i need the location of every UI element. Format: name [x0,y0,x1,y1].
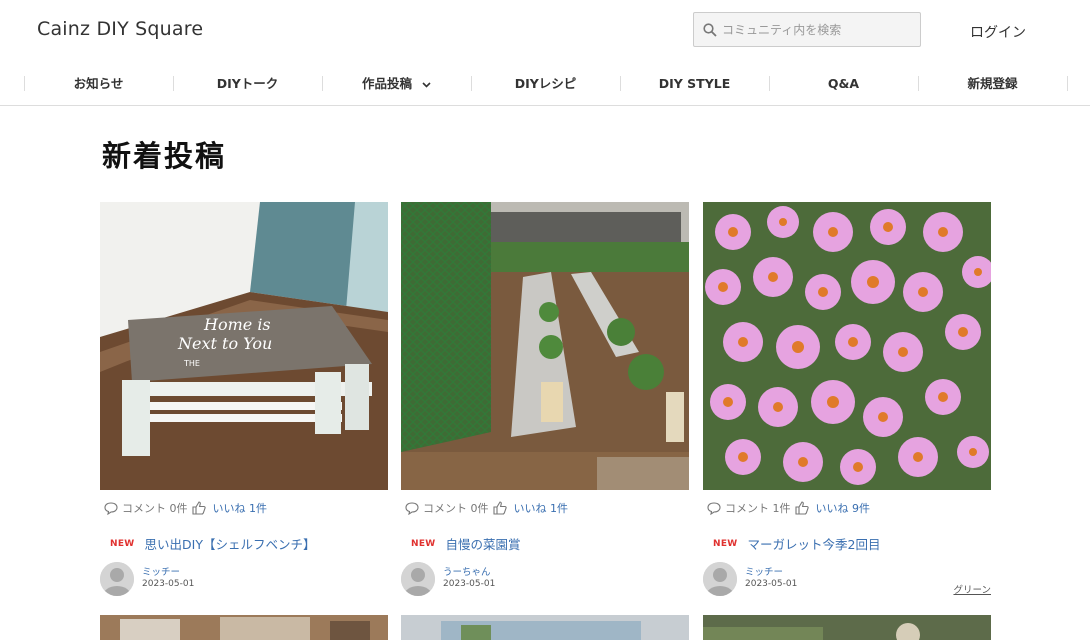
post-stats: コメント 0件 いいね 1件 [405,498,568,518]
svg-text:THE: THE [183,359,200,368]
nav-item-qa[interactable]: Q&A [769,74,918,94]
post-photo [703,615,991,640]
chevron-down-icon [422,81,431,88]
like-count[interactable]: いいね 9件 [816,500,871,516]
post-date: 2023-05-01 [443,579,496,589]
post-photo [401,615,689,640]
avatar[interactable] [401,562,435,596]
nav-item-label: 新規登録 [967,76,1018,91]
post-date: 2023-05-01 [142,579,195,589]
post-title[interactable]: マーガレット今季2回目 [748,534,881,553]
nav-item-label: お知らせ [73,76,124,91]
nav-item-label: 作品投稿 [361,76,412,91]
comment-icon [104,501,118,515]
post-date: 2023-05-01 [745,579,798,589]
comment-icon [707,501,721,515]
post-title-link[interactable]: NEW 思い出DIY【シェルフベンチ】 [110,534,315,553]
nav-item-label: Q&A [827,76,860,91]
search-box[interactable] [693,12,921,47]
thumbs-up-icon[interactable] [794,501,809,515]
thumbs-up-icon[interactable] [191,501,206,515]
thumbs-up-icon[interactable] [492,501,507,515]
like-count[interactable]: いいね 1件 [213,500,268,516]
new-badge: NEW [713,538,738,549]
avatar[interactable] [703,562,737,596]
user-icon [401,562,435,596]
svg-text:Next to You: Next to You [177,334,272,353]
nav-item-news[interactable]: お知らせ [24,74,173,94]
user-name[interactable]: うーちゃん [443,564,491,578]
nav-item-label: DIY STYLE [658,76,731,91]
post-title-link[interactable]: NEW マーガレット今季2回目 [713,534,880,553]
bench-photo: Home is Next to You THE [100,202,388,490]
vegetable-garden-photo [401,202,689,490]
user-icon [100,562,134,596]
user-icon [703,562,737,596]
nav-item-diy-recipe[interactable]: DIYレシピ [471,74,620,94]
marguerite-flowers-photo [703,202,991,490]
page-title: 新着投稿 [102,139,227,173]
post-photo [100,615,388,640]
comment-count: コメント 0件 [423,502,489,515]
user-name[interactable]: ミッチー [142,564,180,578]
new-badge: NEW [110,538,135,549]
post-stats: コメント 1件 いいね 9件 [707,498,870,518]
category-tag[interactable]: グリーン [953,582,991,596]
like-count[interactable]: いいね 1件 [514,500,569,516]
user-name[interactable]: ミッチー [745,564,783,578]
main-nav: お知らせ DIYトーク 作品投稿 DIYレシピ DIY STYLE Q&A 新規… [0,64,1090,106]
post-title-link[interactable]: NEW 自慢の菜園賞 [411,534,521,553]
post-thumbnail[interactable] [703,202,991,490]
site-header: Cainz DIY Square ログイン [0,0,1090,64]
nav-item-diy-style[interactable]: DIY STYLE [620,74,769,94]
avatar[interactable] [100,562,134,596]
post-title[interactable]: 思い出DIY【シェルフベンチ】 [145,534,316,553]
svg-text:Home is: Home is [203,315,271,334]
post-stats: コメント 0件 いいね 1件 [104,498,267,518]
site-logo[interactable]: Cainz DIY Square [37,18,203,40]
post-thumbnail[interactable] [100,615,388,640]
comment-count: コメント 1件 [725,502,791,515]
search-input[interactable] [722,19,912,41]
nav-item-diy-talk[interactable]: DIYトーク [173,74,322,94]
post-thumbnail[interactable] [401,202,689,490]
post-thumbnail[interactable] [703,615,991,640]
post-thumbnail[interactable] [401,615,689,640]
comment-count: コメント 0件 [122,502,188,515]
post-thumbnail[interactable]: Home is Next to You THE [100,202,388,490]
nav-item-label: DIYトーク [216,76,279,91]
comment-icon [405,501,419,515]
nav-item-works[interactable]: 作品投稿 [322,74,471,94]
new-badge: NEW [411,538,436,549]
nav-item-register[interactable]: 新規登録 [918,74,1067,94]
nav-item-label: DIYレシピ [514,76,577,91]
nav-divider [1067,76,1068,91]
post-title[interactable]: 自慢の菜園賞 [446,534,521,553]
search-icon [703,23,717,37]
login-link[interactable]: ログイン [970,22,1026,42]
